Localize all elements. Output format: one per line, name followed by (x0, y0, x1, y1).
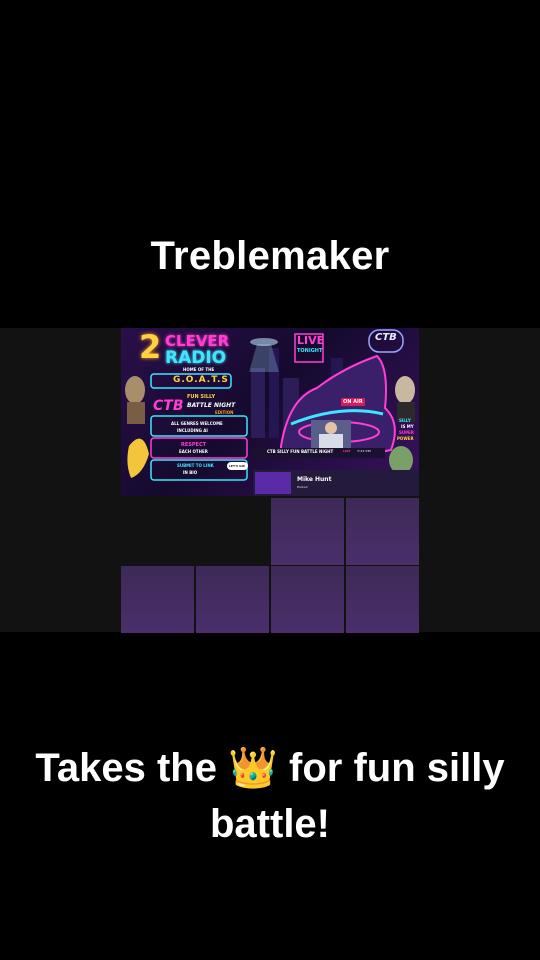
crown-icon: 👑 (228, 746, 278, 790)
caption-line-1: Takes the 👑 for fun silly (0, 740, 540, 796)
live-banner-title: CTB SILLY FUN BATTLE NIGHT (267, 449, 334, 454)
art-number: 2 (139, 328, 162, 366)
live-banner-time: 7:43 PM (357, 449, 371, 453)
art-silly: SILLY (399, 418, 411, 423)
stream-grid: 2 CLEVER RADIO HOME OF THE G.O.A.T.S LIV… (121, 328, 419, 633)
top-title: Treblemaker (150, 234, 390, 278)
live-banner-status: LIVE (343, 449, 351, 453)
art-is-my: IS MY (401, 424, 414, 429)
caption-before: Takes the (35, 746, 229, 790)
art-goats: G.O.A.T.S (173, 375, 229, 385)
art-respect: RESPECT (181, 442, 207, 448)
participant-tile[interactable] (271, 566, 344, 633)
art-radio: RADIO (165, 348, 227, 368)
art-home: HOME OF THE (183, 367, 215, 372)
art-submit: SUBMIT TO LINK (177, 463, 214, 468)
art-super: SUPER (399, 430, 414, 435)
participant-tile[interactable] (346, 566, 419, 633)
art-fun-silly: FUN SILLY (187, 394, 216, 400)
participant-tile[interactable] (196, 566, 269, 633)
participant-name: Mike Hunt (297, 476, 332, 483)
art-live: LIVE (297, 334, 325, 347)
show-artwork: 2 CLEVER RADIO HOME OF THE G.O.A.T.S LIV… (121, 328, 419, 496)
participant-tile[interactable] (346, 498, 419, 565)
art-ctb-top: CTB (375, 332, 397, 343)
art-each-other: EACH OTHER (179, 449, 208, 454)
participant-tile[interactable] (121, 566, 194, 633)
art-on-air: ON AIR (341, 398, 365, 406)
art-lets-go: LET'S GO! (227, 462, 248, 470)
participant-sub: Ended (297, 485, 308, 489)
art-battle-night: BATTLE NIGHT (187, 402, 236, 409)
art-genres: ALL GENRES WELCOME (171, 421, 223, 426)
caption-after: for fun silly (277, 746, 505, 790)
art-including-ai: INCLUDING AI (177, 428, 208, 433)
caption: Takes the 👑 for fun silly battle! (0, 740, 540, 852)
art-ctb-logo: CTB (153, 398, 184, 414)
caption-line-2: battle! (210, 802, 330, 846)
art-power: POWER (397, 436, 414, 441)
art-in-bio: IN BIO (183, 470, 198, 475)
art-edition: EDITION (215, 410, 234, 415)
participant-tile[interactable] (271, 498, 344, 565)
art-tonight: TONIGHT (297, 348, 323, 354)
